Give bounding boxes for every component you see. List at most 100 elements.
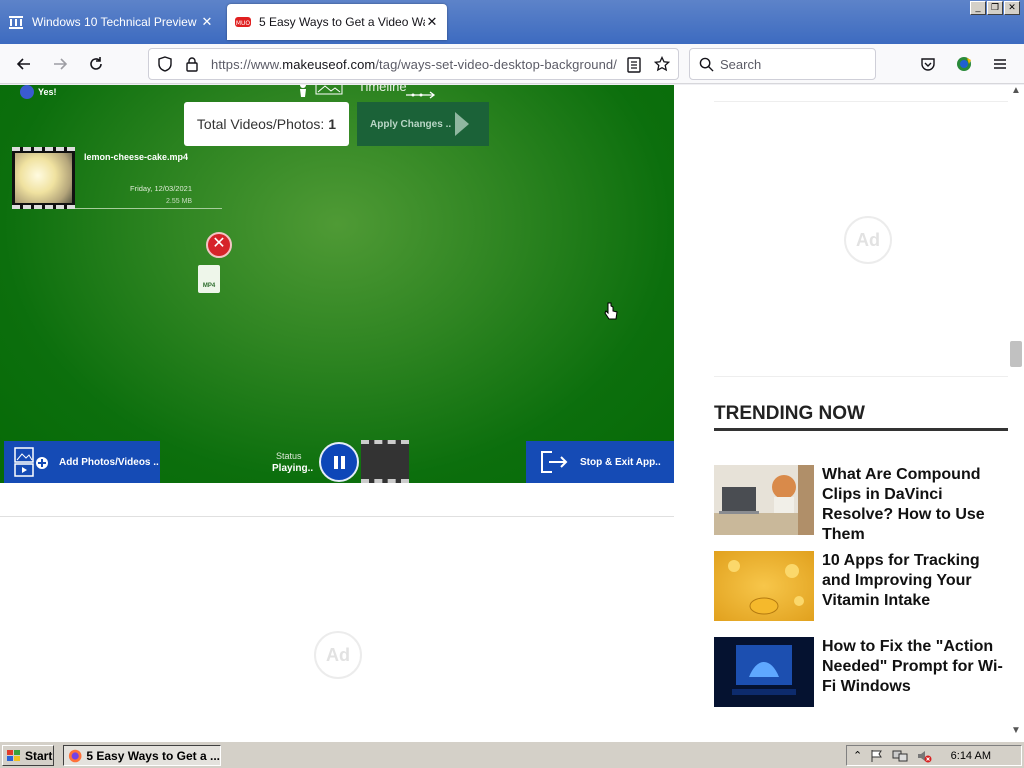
remove-item-icon: ✕ (206, 232, 232, 258)
yes-label: Yes! (38, 87, 57, 97)
flag-icon[interactable] (870, 749, 884, 763)
cake-image (15, 153, 72, 203)
content-divider (0, 516, 674, 517)
tab-video-wallpaper[interactable]: MUO 5 Easy Ways to Get a Video Wallpa ✕ (227, 4, 447, 40)
trending-rule (714, 428, 1008, 431)
trending-item[interactable]: 10 Apps for Tracking and Improving Your … (714, 551, 1008, 621)
pocket-icon (921, 58, 935, 71)
timeline-icon (300, 85, 343, 97)
trending-thumbnail[interactable] (714, 551, 814, 621)
status-label: Status (276, 451, 302, 461)
sidebar-ad-box: Ad (714, 101, 1008, 377)
toggle-dot (20, 85, 34, 99)
taskbar: Start 5 Easy Ways to Get a ... ⌃ 6:14 AM (0, 741, 1024, 768)
add-media-icon (14, 447, 48, 477)
stop-exit-button: Stop & Exit App.. (526, 441, 674, 483)
close-tab-icon[interactable]: ✕ (200, 14, 214, 30)
volume-muted-icon[interactable] (916, 749, 932, 763)
back-button[interactable] (12, 52, 36, 76)
scroll-up-icon[interactable]: ▲ (1008, 85, 1024, 99)
start-label: Start (25, 748, 53, 763)
scroll-down-icon[interactable]: ▼ (1008, 725, 1024, 739)
url-text[interactable]: https://www.makeuseof.com/tag/ways-set-v… (211, 57, 617, 72)
ad-label: Ad (326, 644, 350, 665)
ad-label: Ad (856, 229, 880, 250)
minimize-button[interactable]: _ (970, 1, 986, 15)
ad-placeholder-icon: Ad (844, 216, 892, 264)
tab-title: 5 Easy Ways to Get a Video Wallpa (259, 15, 425, 29)
total-videos-card: Total Videos/Photos: 1 (184, 102, 349, 146)
tab-windows-10-preview[interactable]: Windows 10 Technical Preview (Bui ✕ (0, 4, 222, 40)
browser-window: Windows 10 Technical Preview (Bui ✕ MUO … (0, 0, 1024, 741)
ad-placeholder-icon: Ad (314, 631, 362, 679)
reload-button[interactable] (84, 52, 108, 76)
total-value: 1 (328, 116, 337, 132)
trending-item[interactable]: What Are Compound Clips in DaVinci Resol… (714, 465, 1008, 543)
scrollbar-thumb[interactable] (1010, 341, 1022, 367)
page-content: Yes! Timeline Total Videos/Photos: 1 Appl… (0, 85, 1024, 741)
navigation-bar: https://www.makeuseof.com/tag/ways-set-v… (0, 44, 1024, 84)
mp4-badge: MP4 (202, 283, 216, 289)
trending-thumbnail[interactable] (714, 637, 814, 707)
system-tray: ⌃ 6:14 AM (846, 745, 1022, 766)
search-placeholder: Search (720, 57, 762, 72)
search-icon (699, 57, 714, 72)
scrollbar[interactable] (1008, 85, 1024, 741)
exit-icon (541, 451, 568, 473)
stop-label: Stop & Exit App.. (580, 456, 661, 468)
globe-extension-icon (957, 57, 971, 71)
video-thumbnail (12, 147, 75, 209)
svg-text:MUO: MUO (236, 20, 251, 27)
bookmark-star-icon[interactable] (654, 56, 670, 72)
firefox-icon (68, 749, 82, 762)
close-window-button[interactable]: ✕ (1004, 1, 1020, 15)
trending-item[interactable]: How to Fix the "Action Needed" Prompt fo… (714, 637, 1008, 707)
filmstrip-thumbnail (361, 440, 409, 483)
item-filename: lemon-cheese-cake.mp4 (84, 152, 189, 162)
apply-changes-button: Apply Changes .. (357, 102, 489, 146)
hand-cursor-icon (604, 302, 618, 320)
taskbar-firefox-item[interactable]: 5 Easy Ways to Get a ... (63, 745, 221, 766)
url-path: /tag/ways-set-video-desktop-background/ (375, 57, 617, 72)
trending-title[interactable]: What Are Compound Clips in DaVinci Resol… (822, 465, 1008, 545)
clock: 6:14 AM (950, 749, 991, 762)
lock-icon[interactable] (185, 56, 199, 72)
timeline-arrow-icon (406, 91, 436, 99)
hamburger-menu-icon (994, 59, 1006, 69)
play-arrow-icon (455, 112, 469, 136)
trending-thumbnail[interactable] (714, 465, 814, 535)
reload-icon (90, 57, 102, 70)
article-screenshot: Yes! Timeline Total Videos/Photos: 1 Appl… (0, 85, 674, 483)
status-value: Playing.. (272, 463, 314, 474)
network-icon[interactable] (892, 749, 908, 763)
trending-title[interactable]: 10 Apps for Tracking and Improving Your … (822, 551, 1008, 611)
window-controls: _ ❐ ✕ (970, 1, 1020, 15)
start-button[interactable]: Start (2, 745, 54, 766)
reader-view-icon[interactable] (627, 57, 641, 73)
forward-button[interactable] (48, 52, 72, 76)
timeline-label: Timeline (358, 85, 407, 94)
search-bar[interactable]: Search (689, 48, 876, 80)
trending-heading: TRENDING NOW (714, 403, 865, 424)
tray-expand-icon[interactable]: ⌃ (853, 749, 862, 762)
menu-button[interactable] (988, 52, 1012, 76)
extension-button[interactable] (952, 52, 976, 76)
url-prefix: https://www. (211, 57, 283, 72)
close-tab-icon[interactable]: ✕ (425, 14, 439, 30)
arrow-left-icon (16, 58, 30, 70)
apply-label: Apply Changes .. (370, 118, 452, 130)
maximize-button[interactable]: ❐ (987, 1, 1003, 15)
columns-icon (9, 16, 23, 29)
pause-icon (319, 442, 359, 482)
add-photos-button: Add Photos/Videos .. (4, 441, 160, 483)
item-size: 2.55 MB (166, 198, 193, 205)
shield-icon[interactable] (157, 56, 173, 72)
item-date: Friday, 12/03/2021 (130, 184, 192, 193)
total-label: Total Videos/Photos: (196, 116, 325, 132)
arrow-right-icon (54, 58, 68, 70)
tab-title: Windows 10 Technical Preview (Bui (32, 15, 200, 29)
trending-title[interactable]: How to Fix the "Action Needed" Prompt fo… (822, 637, 1008, 697)
pocket-button[interactable] (916, 52, 940, 76)
url-bar[interactable]: https://www.makeuseof.com/tag/ways-set-v… (148, 48, 679, 80)
add-label: Add Photos/Videos .. (59, 456, 159, 468)
